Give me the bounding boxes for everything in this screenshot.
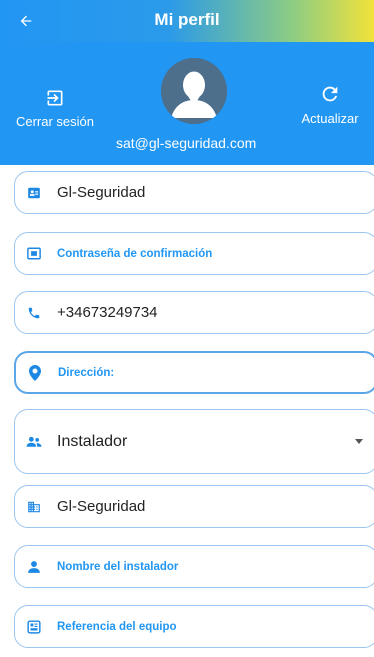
location-pin-icon [26,364,44,382]
business-field[interactable]: Gl-Seguridad [14,485,374,528]
phone-value: +34673249734 [57,304,158,321]
equipment-icon [25,618,43,636]
page-title: Mi perfil [154,10,220,29]
group-icon [25,433,43,451]
phone-field[interactable]: +34673249734 [14,291,374,334]
phone-icon [25,304,43,322]
user-email: sat@gl-seguridad.com [116,135,257,151]
top-bar: Mi perfil [0,0,374,42]
company-field[interactable]: Gl-Seguridad [14,171,374,214]
person-icon [25,558,43,576]
business-value: Gl-Seguridad [57,498,146,515]
refresh-icon [322,86,338,102]
password-icon [25,245,43,263]
company-value: Gl-Seguridad [57,184,146,201]
role-value: Instalador [57,432,128,450]
refresh-label: Actualizar [301,111,359,126]
chevron-down-icon [355,439,363,444]
equipment-ref-placeholder: Referencia del equipo [57,620,177,633]
equipment-ref-field[interactable]: Referencia del equipo [14,605,374,648]
confirm-password-placeholder: Contraseña de confirmación [57,247,213,260]
badge-icon [25,184,43,202]
logout-button[interactable]: Cerrar sesión [6,88,104,129]
avatar [161,58,227,124]
business-icon [25,498,43,516]
profile-header: Cerrar sesión Actualizar sat@gl-segurida… [0,42,374,165]
refresh-button[interactable]: Actualizar [290,83,370,126]
confirm-password-field[interactable]: Contraseña de confirmación [14,232,374,275]
logout-icon [47,90,63,106]
address-field[interactable]: Dirección: [14,351,374,394]
role-select[interactable]: Instalador [14,409,374,474]
installer-name-placeholder: Nombre del instalador [57,560,179,573]
address-placeholder: Dirección: [58,366,115,379]
installer-name-field[interactable]: Nombre del instalador [14,545,374,588]
logout-label: Cerrar sesión [15,114,95,129]
